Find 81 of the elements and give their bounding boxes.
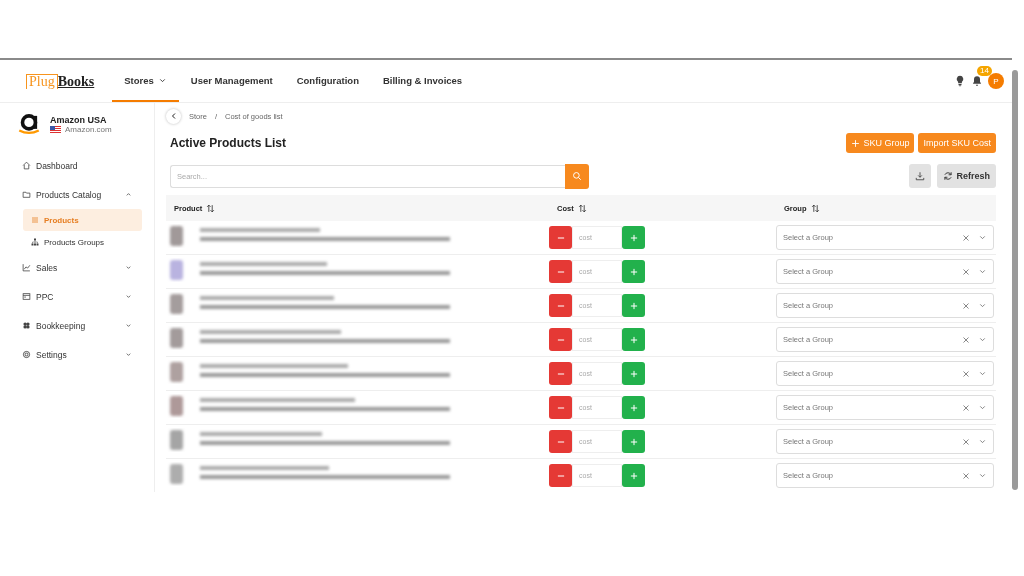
decrease-button[interactable] <box>549 396 572 419</box>
amazon-logo-icon <box>16 111 42 137</box>
increase-button[interactable] <box>622 294 645 317</box>
clear-icon[interactable] <box>962 403 970 412</box>
clear-icon[interactable] <box>962 267 970 276</box>
lightbulb-icon[interactable] <box>954 75 966 87</box>
increase-button[interactable] <box>622 430 645 453</box>
nav-tab[interactable]: User Management <box>178 60 285 102</box>
refresh-icon <box>943 171 954 181</box>
clear-icon[interactable] <box>962 233 970 242</box>
sort-icon[interactable] <box>810 203 820 213</box>
chevron-left-icon <box>169 112 178 120</box>
sidebar-item[interactable]: Dashboard <box>0 151 154 180</box>
line-chart-icon <box>22 263 31 272</box>
home-icon <box>22 161 31 170</box>
nav-tab[interactable]: Configuration <box>284 60 371 102</box>
plus-icon <box>628 470 639 481</box>
decrease-button[interactable] <box>549 226 572 249</box>
search-button[interactable] <box>565 163 589 189</box>
sitemap-icon <box>31 238 39 246</box>
decrease-button[interactable] <box>549 464 572 487</box>
decrease-button[interactable] <box>549 430 572 453</box>
store-name: Amazon USA <box>50 114 108 125</box>
chevron-down-icon <box>978 403 987 412</box>
nav-tab[interactable]: Billing & Invoices <box>370 60 475 102</box>
logo-text: Books <box>57 74 95 89</box>
settings-icon <box>22 350 31 359</box>
clear-icon[interactable] <box>962 369 970 378</box>
plus-icon <box>628 368 639 379</box>
sidebar-subitem[interactable]: Products Groups <box>23 231 142 253</box>
sidebar-item[interactable]: Bookkeeping <box>0 311 154 340</box>
card-icon <box>22 292 31 301</box>
clear-icon[interactable] <box>962 471 970 480</box>
sidebar-item[interactable]: Settings <box>0 340 154 369</box>
clear-icon[interactable] <box>962 301 970 310</box>
sidebar-item[interactable]: Sales <box>0 253 154 282</box>
sort-icon[interactable] <box>577 203 587 213</box>
refresh-button[interactable]: Refresh <box>937 164 996 188</box>
increase-button[interactable] <box>622 396 645 419</box>
flag-icon <box>50 125 61 133</box>
chevron-down-icon <box>978 437 987 446</box>
plus-icon <box>628 402 639 413</box>
increase-button[interactable] <box>622 362 645 385</box>
store-domain: Amazon.com <box>65 124 112 134</box>
folder-icon <box>22 190 31 199</box>
decrease-button[interactable] <box>549 362 572 385</box>
nav-tab[interactable]: Stores <box>112 60 179 102</box>
chevron-down-icon <box>978 233 987 242</box>
plus-icon <box>628 436 639 447</box>
sort-icon[interactable] <box>206 203 216 213</box>
increase-button[interactable] <box>622 464 645 487</box>
download-button[interactable] <box>909 164 932 188</box>
notification-badge: 14 <box>977 66 992 76</box>
clear-icon[interactable] <box>962 437 970 446</box>
increase-button[interactable] <box>622 260 645 283</box>
search-icon <box>572 171 582 181</box>
chevron-down-icon <box>978 369 987 378</box>
plus-icon <box>628 300 639 311</box>
increase-button[interactable] <box>622 226 645 249</box>
logo-text: Plug <box>26 73 58 89</box>
plus-icon <box>628 334 639 345</box>
increase-button[interactable] <box>622 328 645 351</box>
plus-icon <box>628 266 639 277</box>
back-button[interactable] <box>166 108 181 124</box>
scrollbar[interactable] <box>1012 70 1018 490</box>
page-title: Active Products List <box>170 136 287 150</box>
bell-icon[interactable] <box>971 75 983 87</box>
chevron-down-icon <box>978 335 987 344</box>
decrease-button[interactable] <box>549 328 572 351</box>
plus-icon <box>628 232 639 243</box>
clear-icon[interactable] <box>962 335 970 344</box>
sidebar-item[interactable]: Products Catalog <box>0 180 154 209</box>
sidebar-item[interactable]: PPC <box>0 282 154 311</box>
chevron-down-icon <box>978 301 987 310</box>
decrease-button[interactable] <box>549 294 572 317</box>
chevron-down-icon <box>978 471 987 480</box>
decrease-button[interactable] <box>549 260 572 283</box>
chevron-down-icon <box>978 267 987 276</box>
logo[interactable]: Plug Books <box>26 73 95 89</box>
grid-icon <box>22 321 31 330</box>
download-icon <box>915 171 926 181</box>
